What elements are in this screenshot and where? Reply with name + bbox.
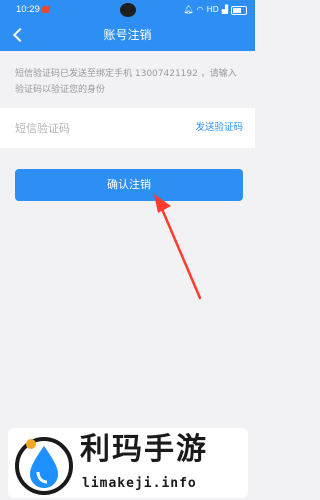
watermark-title: 利玛手游 [80,432,208,467]
verification-code-row: 发送验证码 [0,108,255,148]
status-bar: 10:29 🔔︎ ◠ HD ▟ [0,0,255,20]
verification-notice: 短信验证码已发送至绑定手机 13007421192 ，请输入验证码以验证您的身份 [15,69,237,95]
back-button[interactable] [6,23,30,47]
confirm-cancellation-button[interactable]: 确认注销 [15,169,243,201]
page-title: 账号注销 [103,28,152,42]
network-icon: HD [206,5,219,14]
camera-notch [120,3,136,17]
wifi-icon: ◠ [196,5,204,14]
watermark: 利玛手游 limakeji.info [8,428,248,498]
nav-bar: 账号注销 [0,20,255,51]
send-code-button[interactable]: 发送验证码 [195,108,243,148]
status-icons: 🔔︎ ◠ HD ▟ [184,0,247,20]
signal-icon: ▟ [221,5,228,14]
notification-icon [42,6,50,13]
status-time: 10:29 [16,4,40,15]
battery-icon [231,5,247,15]
watermark-logo-icon [15,437,73,495]
back-arrow-icon [12,27,28,43]
bell-icon: 🔔︎ [183,5,194,14]
verification-code-input[interactable] [15,108,175,148]
watermark-url: limakeji.info [82,476,197,491]
